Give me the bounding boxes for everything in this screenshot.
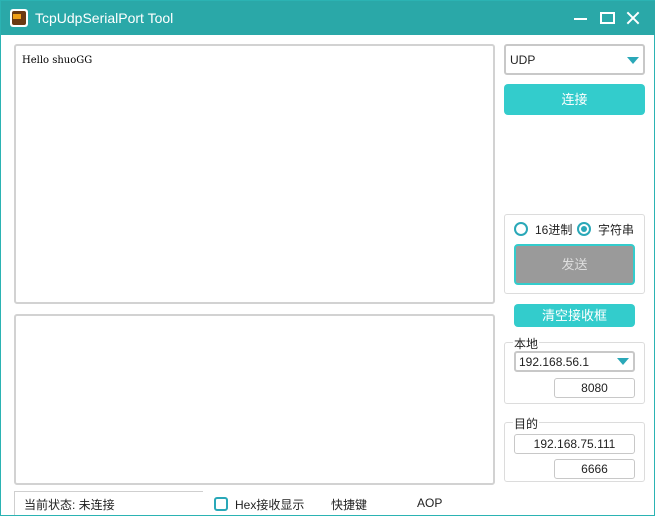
maximize-icon[interactable] [599, 10, 617, 26]
status-text: 当前状态: 未连接 [24, 498, 115, 512]
shortcut-link[interactable]: 快捷键 [331, 496, 367, 513]
hex-radio[interactable] [514, 222, 528, 236]
local-ip-value: 192.168.56.1 [519, 355, 590, 369]
local-legend: 本地 [513, 335, 540, 352]
hex-display-label: Hex接收显示 [235, 498, 305, 512]
string-radio-label: 字符串 [598, 223, 635, 237]
close-icon[interactable] [625, 10, 643, 26]
send-options-box: 16进制 字符串 发送 [504, 214, 645, 294]
local-group: 本地 192.168.56.1 8080 [504, 335, 645, 404]
string-radio[interactable] [577, 222, 591, 236]
hex-display-checkbox[interactable] [214, 497, 228, 511]
target-group: 目的 192.168.75.111 6666 [504, 415, 645, 482]
target-ip-input[interactable]: 192.168.75.111 [514, 434, 635, 454]
target-port-input[interactable]: 6666 [554, 459, 635, 479]
target-legend: 目的 [513, 415, 540, 432]
send-button[interactable]: 发送 [514, 244, 635, 285]
app-icon [10, 9, 28, 27]
protocol-select[interactable]: UDP [504, 44, 645, 75]
minimize-icon[interactable] [572, 10, 590, 26]
receive-text: Hello shuoGG [22, 55, 93, 66]
receive-textbox[interactable]: Hello shuoGG [14, 44, 495, 304]
local-ip-select[interactable]: 192.168.56.1 [514, 351, 635, 372]
app-window: TcpUdpSerialPort Tool Hello shuoGG UDP 连… [0, 0, 655, 516]
chevron-down-icon [617, 358, 629, 365]
connect-button[interactable]: 连接 [504, 84, 645, 115]
status-box: 当前状态: 未连接 [14, 491, 203, 515]
chevron-down-icon [627, 57, 639, 64]
local-port-input[interactable]: 8080 [554, 378, 635, 398]
aop-link[interactable]: AOP [417, 496, 442, 510]
send-textbox[interactable] [14, 314, 495, 485]
title-bar: TcpUdpSerialPort Tool [1, 1, 655, 35]
window-title: TcpUdpSerialPort Tool [35, 10, 174, 26]
hex-radio-label: 16进制 [535, 223, 573, 237]
protocol-value: UDP [510, 53, 536, 67]
clear-receive-button[interactable]: 清空接收框 [514, 304, 635, 327]
